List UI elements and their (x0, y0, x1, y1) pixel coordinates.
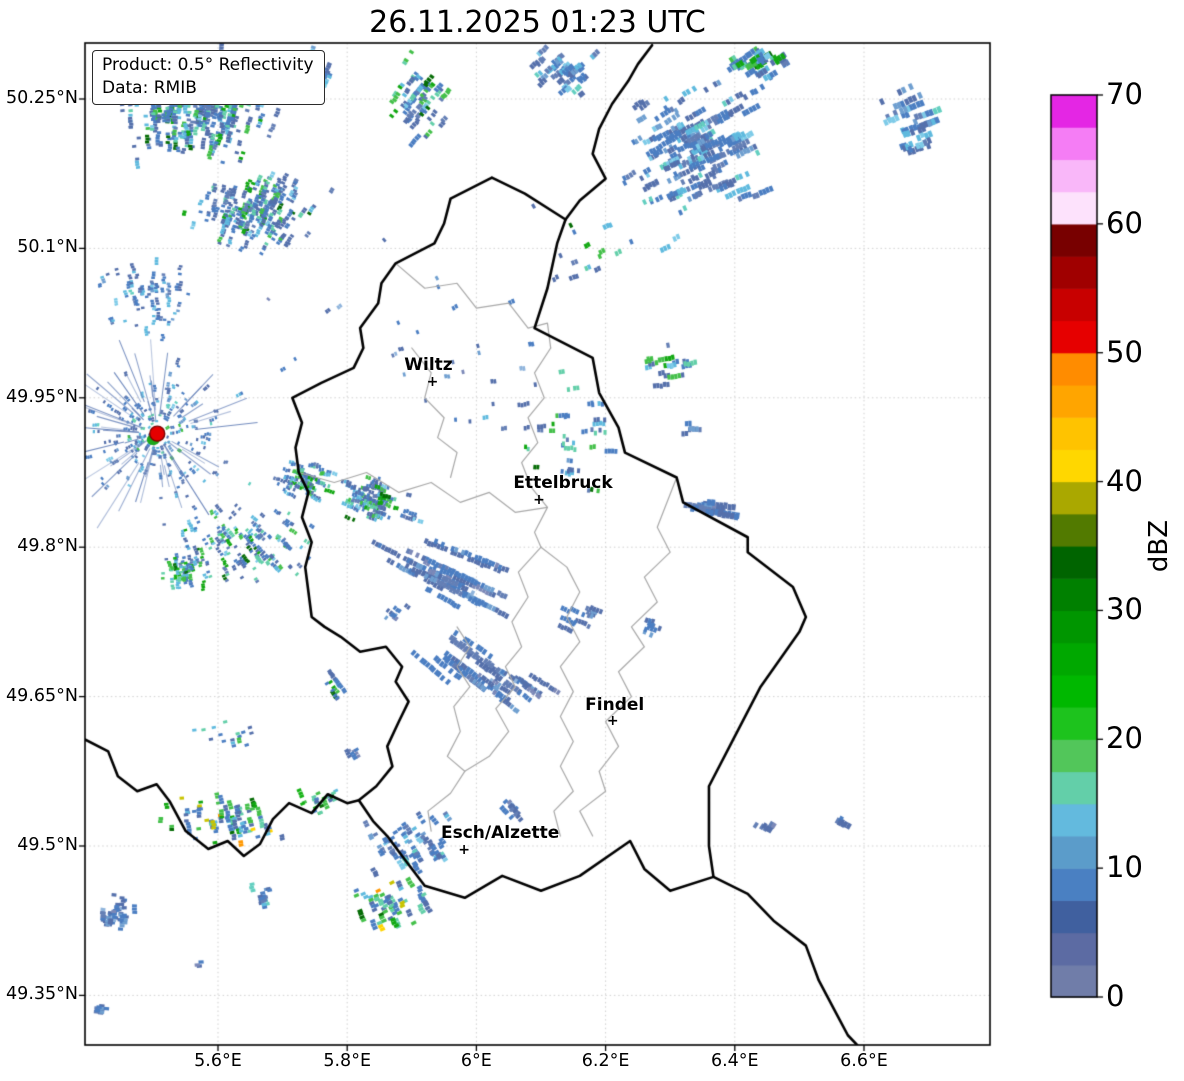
lon-tick-label: 5.8°E (323, 1051, 371, 1071)
colorbar-tick-label: 20 (1106, 721, 1143, 756)
lon-tick-label: 6.6°E (840, 1051, 888, 1071)
radar-figure-page: { "title": "26.11.2025 01:23 UTC", "prod… (0, 0, 1184, 1081)
colorbar-tick-label: 10 (1106, 850, 1143, 885)
lon-tick-label: 5.6°E (194, 1051, 242, 1071)
city-label: Findel (585, 694, 645, 715)
lon-tick-label: 6.2°E (581, 1051, 630, 1071)
colorbar-tick-label: 50 (1106, 334, 1143, 369)
product-info-box: Product: 0.5° Reflectivity Data: RMIB (92, 50, 325, 106)
colorbar-tick-label: 60 (1106, 205, 1143, 240)
city-label: Wiltz (404, 354, 453, 375)
lat-tick-label: 49.65°N (6, 685, 78, 706)
colorbar-tick-label: 30 (1106, 592, 1143, 627)
lon-tick-label: 6.4°E (710, 1051, 759, 1071)
colorbar-tick-label: 40 (1106, 463, 1143, 498)
city-label: Ettelbruck (513, 473, 613, 494)
lat-tick-label: 50.25°N (6, 88, 78, 108)
city-marker: + (533, 492, 545, 509)
city-marker: + (458, 841, 470, 858)
city-marker: + (426, 373, 439, 390)
radar-map-canvas (0, 0, 1184, 1081)
data-source-line: Data: RMIB (102, 77, 197, 98)
city-marker: + (606, 712, 619, 729)
product-line: Product: 0.5° Reflectivity (102, 55, 314, 75)
lat-tick-label: 49.95°N (6, 386, 78, 407)
colorbar-tick-label: 70 (1106, 77, 1143, 111)
lat-tick-label: 49.35°N (6, 984, 78, 1005)
colorbar-tick-label: 0 (1106, 979, 1125, 1013)
lon-tick-label: 6°E (460, 1051, 492, 1071)
city-label: Esch/Alzette (440, 822, 560, 843)
colorbar-axis-label: dBZ (1144, 519, 1174, 573)
lat-tick-label: 49.8°N (17, 536, 78, 557)
lat-tick-label: 50.1°N (17, 237, 78, 258)
figure-title: 26.11.2025 01:23 UTC (369, 5, 706, 40)
lat-tick-label: 49.5°N (17, 835, 78, 855)
